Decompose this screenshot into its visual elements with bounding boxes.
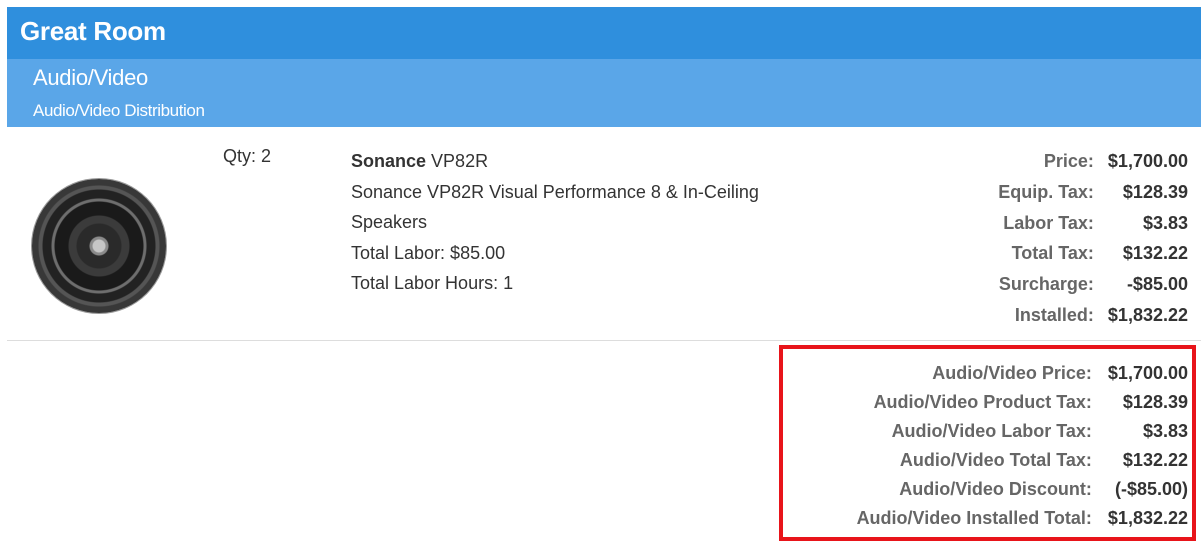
summary-row-installed-total: Audio/Video Installed Total: $1,832.22 — [857, 504, 1188, 533]
category-header: Audio/Video Audio/Video Distribution — [7, 59, 1201, 127]
pricing-value: $1,700.00 — [1107, 151, 1188, 171]
summary-value: $1,832.22 — [1107, 508, 1188, 528]
total-labor: Total Labor: $85.00 — [351, 242, 506, 263]
pricing-label: Total Tax: — [1011, 243, 1094, 264]
summary-label: Audio/Video Discount: — [899, 479, 1092, 499]
summary-row-total-tax: Audio/Video Total Tax: $132.22 — [857, 446, 1188, 475]
summary-row-labor-tax: Audio/Video Labor Tax: $3.83 — [857, 417, 1188, 446]
pricing-row-price: Price: $1,700.00 — [998, 146, 1188, 177]
summary-row-price: Audio/Video Price: $1,700.00 — [857, 359, 1188, 388]
product-name: Sonance VP82R — [351, 146, 891, 177]
summary-label: Audio/Video Price: — [932, 363, 1092, 383]
summary-value: $3.83 — [1142, 421, 1188, 441]
pricing-label: Installed: — [1014, 304, 1094, 325]
pricing-row-equip-tax: Equip. Tax: $128.39 — [998, 177, 1188, 208]
pricing-label: Labor Tax: — [1003, 212, 1094, 233]
section-divider — [7, 340, 1201, 341]
summary-value: (-$85.00) — [1114, 479, 1188, 499]
product-model: VP82R — [431, 151, 489, 171]
summary-row-product-tax: Audio/Video Product Tax: $128.39 — [857, 388, 1188, 417]
summary-value: $132.22 — [1122, 450, 1188, 470]
summary-row-discount: Audio/Video Discount: (-$85.00) — [857, 475, 1188, 504]
room-title: Great Room — [20, 16, 166, 46]
pricing-label: Equip. Tax: — [998, 181, 1094, 202]
summary-label: Audio/Video Labor Tax: — [891, 421, 1092, 441]
pricing-value: -$85.00 — [1126, 274, 1188, 295]
pricing-row-surcharge: Surcharge: -$85.00 — [998, 269, 1188, 300]
category-subtitle: Audio/Video Distribution — [33, 101, 205, 120]
pricing-value: $132.22 — [1122, 243, 1188, 264]
speaker-product-image — [32, 179, 166, 313]
category-summary-highlight: Audio/Video Price: $1,700.00 Audio/Video… — [779, 345, 1196, 541]
summary-label: Audio/Video Total Tax: — [899, 450, 1092, 470]
item-pricing: Price: $1,700.00 Equip. Tax: $128.39 Lab… — [998, 146, 1188, 331]
summary-label: Audio/Video Product Tax: — [873, 392, 1092, 412]
summary-value: $128.39 — [1122, 392, 1188, 412]
product-info: Sonance VP82R Sonance VP82R Visual Perfo… — [351, 146, 891, 299]
pricing-value: $128.39 — [1122, 181, 1188, 202]
product-description-line2: Speakers — [351, 212, 428, 232]
product-description-line1: Sonance VP82R Visual Performance 8 & In-… — [351, 181, 759, 202]
summary-label: Audio/Video Installed Total: — [856, 508, 1092, 528]
product-brand: Sonance — [351, 151, 427, 171]
pricing-value: $3.83 — [1142, 212, 1188, 233]
pricing-row-labor-tax: Labor Tax: $3.83 — [998, 208, 1188, 239]
category-title: Audio/Video — [33, 65, 148, 90]
total-labor-hours: Total Labor Hours: 1 — [351, 273, 514, 293]
pricing-label: Price: — [1043, 151, 1094, 171]
item-quantity: Qty: 2 — [223, 146, 272, 166]
pricing-row-total-tax: Total Tax: $132.22 — [998, 238, 1188, 269]
pricing-value: $1,832.22 — [1107, 304, 1188, 325]
summary-value: $1,700.00 — [1107, 363, 1188, 383]
pricing-row-installed: Installed: $1,832.22 — [998, 300, 1188, 331]
pricing-label: Surcharge: — [998, 274, 1094, 295]
room-header: Great Room — [7, 7, 1201, 59]
